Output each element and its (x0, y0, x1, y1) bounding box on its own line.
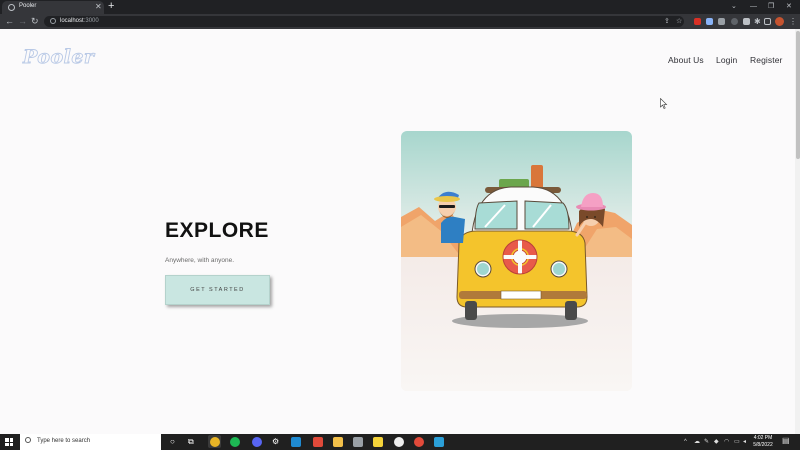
chevron-up-icon[interactable]: ^ (684, 438, 687, 446)
forward-arrow-icon[interactable]: → (18, 15, 27, 27)
plus-icon[interactable]: + (108, 0, 114, 13)
nav-register-link[interactable]: Register (750, 55, 782, 65)
nav-about-link[interactable]: About Us (668, 55, 704, 65)
file-explorer-icon[interactable] (333, 437, 343, 447)
spotify-icon[interactable] (230, 437, 240, 447)
cloud-icon[interactable]: ☁ (694, 438, 700, 446)
recorder-icon[interactable] (414, 437, 424, 447)
extension-grey-icon[interactable] (718, 18, 725, 25)
web-page: Pooler About Us Login Register EXPLORE A… (0, 29, 800, 434)
nav-login-link[interactable]: Login (716, 55, 737, 65)
chrome-icon[interactable] (210, 437, 220, 447)
info-icon[interactable] (50, 18, 56, 24)
volume-icon[interactable]: ◂ (743, 438, 746, 446)
windows-taskbar: Type here to search ○ ⧉ ⚙ ^ ☁ ✎ ◆ ◠ ▭ ◂ … (0, 434, 800, 450)
browser-toolbar: ← → ↻ localhost:3000 ⇪ ☆ ✱ ⋮ (0, 14, 800, 29)
back-arrow-icon[interactable]: ← (5, 15, 14, 27)
taskbar-search-box[interactable]: Type here to search (20, 434, 161, 450)
close-icon[interactable]: ✕ (786, 1, 792, 12)
cortana-icon[interactable]: ○ (170, 436, 175, 448)
battery-icon[interactable]: ▭ (734, 438, 740, 446)
get-started-button[interactable]: GET STARTED (165, 275, 270, 305)
clock-time[interactable]: 4:02 PM (751, 435, 775, 441)
app-blue-icon[interactable] (434, 437, 444, 447)
page-scrollbar[interactable] (795, 29, 800, 434)
task-view-icon[interactable]: ⧉ (188, 436, 194, 448)
taskbar-search-placeholder: Type here to search (37, 438, 91, 444)
address-bar[interactable]: localhost:3000 ⇪ ☆ (44, 16, 684, 27)
profile-avatar-icon[interactable] (775, 17, 784, 26)
app-grey-icon[interactable] (353, 437, 363, 447)
share-icon[interactable]: ⇪ (664, 16, 670, 28)
get-started-label: GET STARTED (190, 287, 245, 293)
hero-illustration (401, 131, 632, 391)
extension-circle-icon[interactable] (731, 18, 738, 25)
url-host: localhost (60, 18, 84, 24)
browser-tab-strip: Pooler ✕ + ⌄ — ❐ ✕ (0, 0, 800, 14)
app-white-icon[interactable] (394, 437, 404, 447)
windows-start-icon[interactable] (5, 438, 13, 446)
tab-title: Pooler (19, 3, 37, 9)
wifi-icon[interactable]: ◠ (724, 438, 729, 446)
clock-date[interactable]: 5/8/2022 (751, 442, 775, 448)
dropbox-icon[interactable]: ◆ (714, 438, 719, 446)
close-icon[interactable]: ✕ (95, 2, 102, 12)
minimize-icon[interactable]: — (750, 1, 757, 12)
kebab-menu-icon[interactable]: ⋮ (789, 16, 797, 28)
reload-icon[interactable]: ↻ (31, 15, 39, 27)
scrollbar-thumb[interactable] (796, 31, 800, 159)
sticky-notes-icon[interactable] (373, 437, 383, 447)
site-logo[interactable]: Pooler (23, 46, 95, 69)
vscode-icon[interactable] (291, 437, 301, 447)
red-app-icon[interactable] (313, 437, 323, 447)
globe-icon (8, 4, 15, 11)
side-panel-icon[interactable] (764, 18, 771, 25)
mouse-cursor-icon (660, 98, 668, 109)
extension-red-icon[interactable] (694, 18, 701, 25)
discord-icon[interactable] (252, 437, 262, 447)
extension-blue-icon[interactable] (706, 18, 713, 25)
puzzle-extensions-icon[interactable]: ✱ (754, 16, 761, 28)
search-icon (25, 437, 31, 443)
camper-van-illustration (401, 131, 632, 391)
browser-tab[interactable]: Pooler ✕ (2, 1, 104, 14)
pen-icon[interactable]: ✎ (704, 438, 709, 446)
url-text: localhost:3000 (60, 18, 99, 24)
extension-sync-icon[interactable] (743, 18, 750, 25)
restore-icon[interactable]: ❐ (768, 1, 774, 12)
bookmark-star-icon[interactable]: ☆ (676, 16, 682, 28)
chevron-down-icon[interactable]: ⌄ (731, 1, 737, 12)
hero-title: EXPLORE (165, 219, 269, 242)
notification-icon[interactable]: ▤ (782, 437, 790, 445)
url-port: :3000 (83, 18, 99, 24)
hero-subtitle: Anywhere, with anyone. (165, 257, 235, 264)
settings-gear-icon[interactable]: ⚙ (272, 436, 279, 448)
